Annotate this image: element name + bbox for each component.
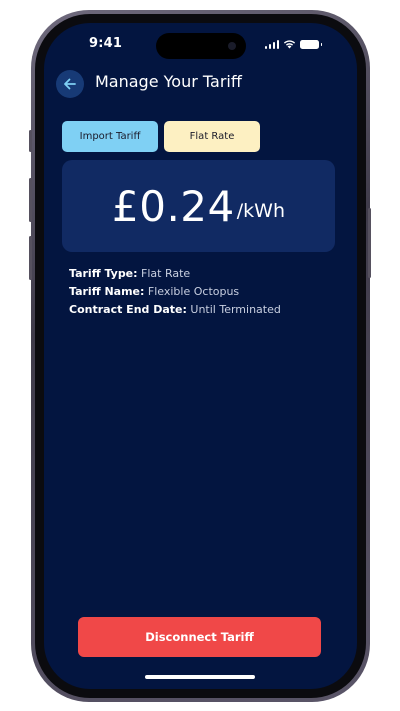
tariff-type-value: Flat Rate xyxy=(141,267,191,280)
volume-down-button xyxy=(29,236,32,280)
cellular-signal-icon xyxy=(264,39,279,49)
contract-end-row: Contract End Date: Until Terminated xyxy=(69,301,281,319)
tab-import-tariff[interactable]: Import Tariff xyxy=(62,121,158,152)
contract-end-label: Contract End Date: xyxy=(69,303,187,316)
action-button xyxy=(29,130,32,152)
status-time: 9:41 xyxy=(89,36,123,51)
battery-icon xyxy=(300,40,322,49)
price-value: £0.24 xyxy=(112,181,235,231)
contract-end-value: Until Terminated xyxy=(190,303,281,316)
tariff-type-row: Tariff Type: Flat Rate xyxy=(69,265,281,283)
dynamic-island xyxy=(156,33,246,59)
page-title: Manage Your Tariff xyxy=(95,72,242,91)
tariff-name-value: Flexible Octopus xyxy=(147,285,240,298)
tariff-type-label: Tariff Type: xyxy=(69,267,138,280)
tariff-name-row: Tariff Name: Flexible Octopus xyxy=(69,283,281,301)
wifi-icon xyxy=(283,40,296,49)
home-indicator[interactable] xyxy=(145,675,255,679)
app-screen: 9:41 Manage Your Tariff Import Tariff Fl… xyxy=(44,23,357,689)
price-unit: /kWh xyxy=(236,200,285,222)
camera-icon xyxy=(228,42,236,50)
tab-flat-rate[interactable]: Flat Rate xyxy=(164,121,260,152)
tariff-name-label: Tariff Name: xyxy=(69,285,145,298)
disconnect-tariff-button[interactable]: Disconnect Tariff xyxy=(78,617,321,657)
arrow-left-icon xyxy=(64,78,76,90)
back-button[interactable] xyxy=(56,70,84,98)
tariff-details: Tariff Type: Flat Rate Tariff Name: Flex… xyxy=(69,265,281,319)
price-card: £0.24 /kWh xyxy=(62,160,335,252)
volume-up-button xyxy=(29,178,32,222)
status-icons xyxy=(264,38,322,49)
power-button xyxy=(368,208,371,278)
